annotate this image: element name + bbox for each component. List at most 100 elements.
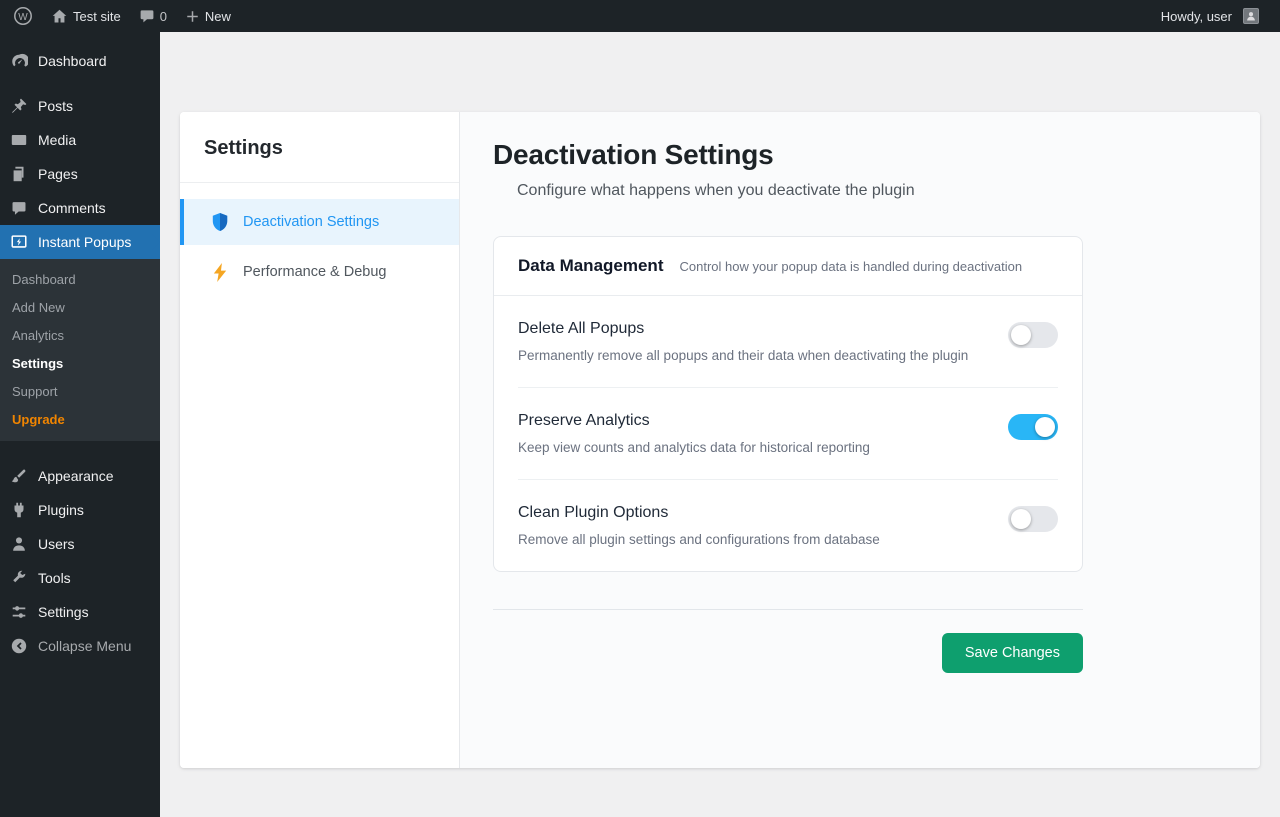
- submenu-item-settings[interactable]: Settings: [0, 349, 160, 377]
- sidebar-item-pages[interactable]: Pages: [0, 157, 160, 191]
- submenu-label: Add New: [12, 300, 65, 315]
- plus-icon: [185, 9, 200, 24]
- section-title: Data Management: [518, 256, 663, 276]
- wordpress-icon: W: [13, 6, 33, 26]
- main-content: Settings Deactivation Settings Performan…: [160, 0, 1280, 768]
- save-changes-button[interactable]: Save Changes: [942, 633, 1083, 673]
- instant-popups-submenu: Dashboard Add New Analytics Settings Sup…: [0, 259, 160, 441]
- account-menu[interactable]: Howdy, user: [1152, 0, 1268, 32]
- sidebar-item-posts[interactable]: Posts: [0, 89, 160, 123]
- howdy-text: Howdy, user: [1161, 9, 1232, 24]
- sidebar-item-label: Users: [38, 536, 75, 552]
- submenu-label: Analytics: [12, 328, 64, 343]
- section-description: Control how your popup data is handled d…: [679, 259, 1022, 274]
- sidebar-item-dashboard[interactable]: Dashboard: [0, 44, 160, 78]
- toggle-clean-plugin-options[interactable]: [1008, 506, 1058, 532]
- plugins-icon: [9, 500, 29, 520]
- deactivation-settings-panel: Deactivation Settings Configure what hap…: [460, 112, 1260, 768]
- setting-description: Remove all plugin settings and configura…: [518, 532, 880, 547]
- sidebar-item-label: Comments: [38, 200, 106, 216]
- sidebar-item-comments[interactable]: Comments: [0, 191, 160, 225]
- submenu-item-upgrade[interactable]: Upgrade: [0, 405, 160, 433]
- avatar: [1243, 8, 1259, 24]
- menu-separator: [0, 441, 160, 459]
- new-label: New: [205, 9, 231, 24]
- setting-label: Delete All Popups: [518, 320, 968, 338]
- sidebar-item-label: Tools: [38, 570, 71, 586]
- nav-item-deactivation-settings[interactable]: Deactivation Settings: [180, 199, 459, 245]
- settings-nav-header: Settings: [180, 137, 459, 183]
- section-header: Data Management Control how your popup d…: [494, 237, 1082, 296]
- comments-link[interactable]: 0: [130, 0, 176, 32]
- sidebar-item-label: Posts: [38, 98, 73, 114]
- setting-description: Permanently remove all popups and their …: [518, 348, 968, 363]
- sidebar-item-plugins[interactable]: Plugins: [0, 493, 160, 527]
- nav-item-label: Deactivation Settings: [243, 214, 379, 230]
- new-content-button[interactable]: New: [176, 0, 240, 32]
- page-title: Deactivation Settings: [493, 139, 1260, 171]
- toggle-preserve-analytics[interactable]: [1008, 414, 1058, 440]
- toggle-delete-all-popups[interactable]: [1008, 322, 1058, 348]
- sidebar-item-media[interactable]: Media: [0, 123, 160, 157]
- nav-item-label: Performance & Debug: [243, 264, 386, 280]
- admin-sidebar: Dashboard Posts Media Pages Comments Ins…: [0, 32, 160, 817]
- submenu-item-dashboard[interactable]: Dashboard: [0, 265, 160, 293]
- sidebar-item-settings[interactable]: Settings: [0, 595, 160, 629]
- site-name-link[interactable]: Test site: [42, 0, 130, 32]
- svg-text:W: W: [18, 12, 28, 23]
- plugin-settings-nav: Settings Deactivation Settings Performan…: [180, 112, 460, 768]
- comments-icon: [9, 198, 29, 218]
- sidebar-item-label: Collapse Menu: [38, 638, 131, 654]
- dashboard-icon: [9, 51, 29, 71]
- sidebar-item-users[interactable]: Users: [0, 527, 160, 561]
- page-subtitle: Configure what happens when you deactiva…: [517, 182, 1260, 200]
- sidebar-item-tools[interactable]: Tools: [0, 561, 160, 595]
- submenu-item-support[interactable]: Support: [0, 377, 160, 405]
- setting-row-preserve-analytics: Preserve Analytics Keep view counts and …: [518, 388, 1058, 480]
- submenu-label: Dashboard: [12, 272, 76, 287]
- setting-label: Preserve Analytics: [518, 412, 870, 430]
- home-icon: [51, 8, 68, 25]
- lightning-icon: [210, 262, 230, 282]
- submenu-item-add-new[interactable]: Add New: [0, 293, 160, 321]
- setting-description: Keep view counts and analytics data for …: [518, 440, 870, 455]
- instant-popups-icon: [9, 232, 29, 252]
- sidebar-item-label: Appearance: [38, 468, 114, 484]
- sidebar-item-appearance[interactable]: Appearance: [0, 459, 160, 493]
- setting-row-clean-plugin-options: Clean Plugin Options Remove all plugin s…: [518, 480, 1058, 571]
- tools-icon: [9, 568, 29, 588]
- submenu-label: Settings: [12, 356, 63, 371]
- submenu-label: Support: [12, 384, 58, 399]
- sidebar-item-label: Plugins: [38, 502, 84, 518]
- sidebar-item-label: Instant Popups: [38, 234, 131, 250]
- pages-icon: [9, 164, 29, 184]
- comments-count: 0: [160, 9, 167, 24]
- setting-label: Clean Plugin Options: [518, 504, 880, 522]
- sidebar-item-label: Dashboard: [38, 53, 107, 69]
- media-icon: [9, 130, 29, 150]
- shield-icon: [210, 212, 230, 232]
- submenu-label: Upgrade: [12, 412, 65, 427]
- sidebar-item-label: Media: [38, 132, 76, 148]
- user-avatar-icon: [1245, 10, 1257, 22]
- submenu-item-analytics[interactable]: Analytics: [0, 321, 160, 349]
- wp-logo[interactable]: W: [4, 0, 42, 32]
- sidebar-item-instant-popups[interactable]: Instant Popups: [0, 225, 160, 259]
- settings-nav-title: Settings: [204, 137, 435, 160]
- comment-icon: [139, 8, 155, 24]
- footer-divider: [493, 609, 1083, 610]
- sidebar-item-label: Settings: [38, 604, 89, 620]
- appearance-icon: [9, 466, 29, 486]
- sidebar-item-label: Pages: [38, 166, 78, 182]
- setting-row-delete-all-popups: Delete All Popups Permanently remove all…: [518, 296, 1058, 388]
- admin-bar: W Test site 0 New Howdy, user: [0, 0, 1280, 32]
- settings-icon: [9, 602, 29, 622]
- data-management-section: Data Management Control how your popup d…: [493, 236, 1083, 572]
- sidebar-collapse-menu[interactable]: Collapse Menu: [0, 629, 160, 663]
- posts-icon: [9, 96, 29, 116]
- nav-item-performance-debug[interactable]: Performance & Debug: [180, 249, 459, 295]
- collapse-icon: [9, 636, 29, 656]
- users-icon: [9, 534, 29, 554]
- site-name: Test site: [73, 9, 121, 24]
- settings-card: Settings Deactivation Settings Performan…: [180, 112, 1260, 768]
